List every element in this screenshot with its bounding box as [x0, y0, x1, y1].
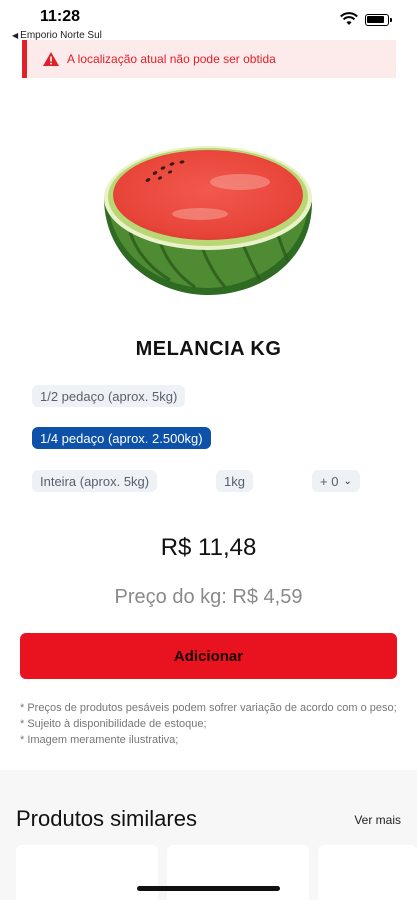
disclaimer-line: * Preços de produtos pesáveis podem sofr… — [20, 702, 397, 714]
watermelon-icon — [104, 146, 312, 295]
disclaimer: * Preços de produtos pesáveis podem sofr… — [20, 700, 400, 748]
home-indicator[interactable] — [137, 886, 280, 891]
status-bar: 11:28 ◀ Emporio Norte Sul — [0, 0, 417, 44]
disclaimer-line: * Sujeito à disponibilidade de estoque; — [20, 718, 207, 730]
location-alert: A localização atual não pode ser obtida — [22, 40, 396, 78]
similar-product-card[interactable] — [318, 845, 417, 900]
add-to-cart-button[interactable]: Adicionar — [20, 633, 397, 679]
similar-product-card[interactable] — [167, 845, 309, 900]
alert-message: A localização atual não pode ser obtida — [67, 52, 276, 66]
wifi-icon — [340, 12, 358, 25]
similar-product-card[interactable] — [16, 845, 158, 900]
battery-icon — [365, 14, 392, 26]
chevron-down-icon: ⌄ — [343, 475, 352, 487]
disclaimer-line: * Imagem meramente ilustrativa; — [20, 734, 179, 746]
similar-products-section: Produtos similares Ver mais — [0, 770, 417, 900]
option-1kg[interactable]: 1kg — [216, 470, 253, 492]
option-half-piece[interactable]: 1/2 pedaço (aprox. 5kg) — [32, 385, 186, 407]
product-price: R$ 11,48 — [160, 534, 257, 561]
status-time: 11:28 — [40, 8, 81, 25]
option-quarter-piece[interactable]: 1/4 pedaço (aprox. 2.500kg) — [32, 427, 211, 449]
option-label: 1kg — [224, 473, 245, 489]
option-label: 1/2 pedaço (aprox. 5kg) — [40, 388, 178, 404]
similar-products-title: Produtos similares — [16, 806, 197, 831]
warning-icon — [43, 52, 59, 66]
option-label: 1/4 pedaço (aprox. 2.500kg) — [40, 430, 203, 446]
quantity-selector[interactable]: + 0 ⌄ — [312, 470, 360, 492]
product-title: MELANCIA KG — [135, 338, 282, 360]
option-label: Inteira (aprox. 5kg) — [40, 473, 150, 489]
see-more-link[interactable]: Ver mais — [354, 813, 401, 827]
option-whole[interactable]: Inteira (aprox. 5kg) — [32, 470, 158, 492]
quantity-value: + 0 — [320, 473, 339, 489]
price-per-kg: Preço do kg: R$ 4,59 — [114, 586, 303, 608]
back-arrow-icon: ◀ — [12, 31, 19, 40]
product-card: MELANCIA KG 1/2 pedaço (aprox. 5kg) 1/4 … — [0, 90, 417, 770]
